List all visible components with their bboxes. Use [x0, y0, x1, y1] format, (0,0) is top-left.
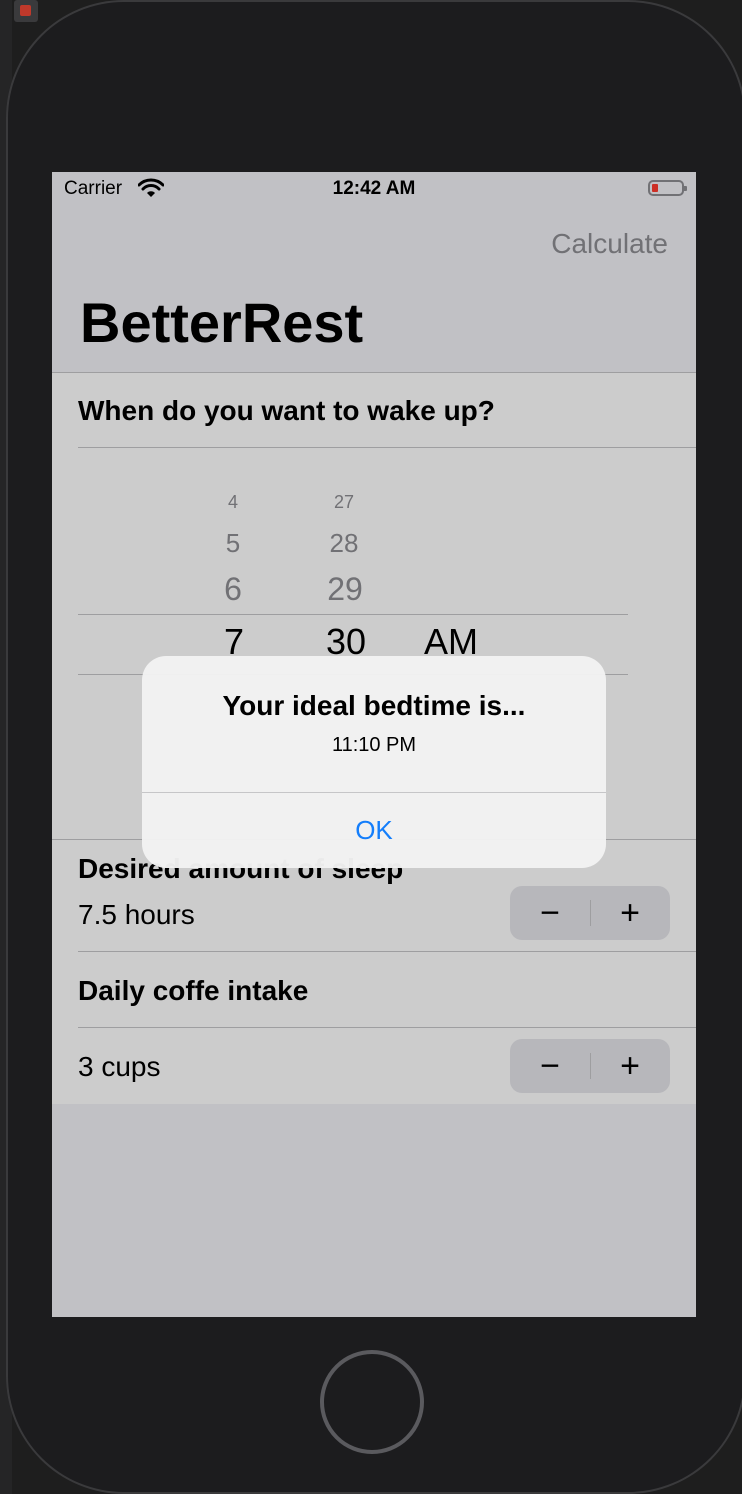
home-button[interactable]: [320, 1350, 424, 1454]
alert-message: 11:10 PM: [331, 734, 417, 756]
app-screen: Carrier 12:42 AM Calculate BetterRest Wh…: [52, 172, 696, 1317]
alert-ok-button[interactable]: OK: [142, 793, 606, 868]
alert-title: Your ideal bedtime is...: [222, 690, 526, 721]
swift-file-icon[interactable]: [14, 0, 38, 22]
bedtime-alert: Your ideal bedtime is... 11:10 PM OK: [142, 656, 606, 868]
